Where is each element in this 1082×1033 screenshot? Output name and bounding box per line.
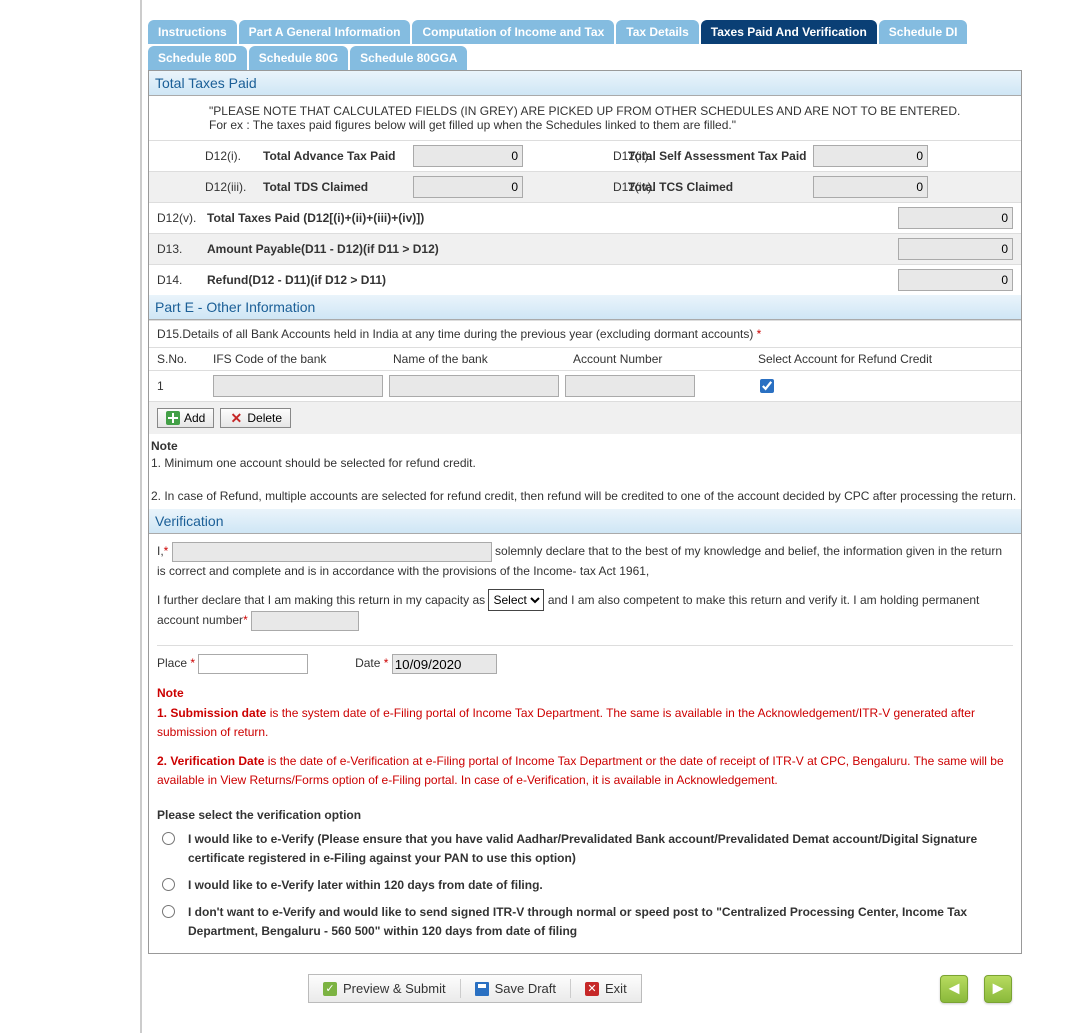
tab-instructions[interactable]: Instructions xyxy=(148,20,237,44)
tab-bar: Instructions Part A General Information … xyxy=(148,0,1022,70)
next-arrow-button[interactable]: ► xyxy=(984,975,1012,1003)
d15-heading: D15.Details of all Bank Accounts held in… xyxy=(149,320,1021,347)
bank-h-ifs: IFS Code of the bank xyxy=(213,352,393,366)
d12iv-value xyxy=(813,176,928,198)
verif-note1-rest: is the system date of e-Filing portal of… xyxy=(157,706,975,739)
d14-code: D14. xyxy=(157,273,207,287)
d12v-value xyxy=(898,207,1013,229)
pan-input[interactable] xyxy=(251,611,359,631)
verif-note2-bold: 2. Verification Date xyxy=(157,754,264,768)
d12ii-value xyxy=(813,145,928,167)
date-label: Date xyxy=(355,657,384,671)
declaration-2-pre: I further declare that I am making this … xyxy=(157,593,488,607)
save-icon xyxy=(475,982,489,996)
arrow-left-icon: ◄ xyxy=(945,978,963,999)
row-d13: D13. Amount Payable(D11 - D12)(if D11 > … xyxy=(149,233,1021,264)
plus-icon xyxy=(166,411,180,425)
declarant-name-input[interactable] xyxy=(172,542,492,562)
d12i-label: Total Advance Tax Paid xyxy=(263,149,413,163)
capacity-select[interactable]: Select xyxy=(488,589,544,611)
d13-label: Amount Payable(D11 - D12)(if D11 > D12) xyxy=(207,242,898,256)
d14-label: Refund(D12 - D11)(if D12 > D11) xyxy=(207,273,898,287)
save-draft-button[interactable]: Save Draft xyxy=(461,979,571,998)
section-part-e: Part E - Other Information xyxy=(149,295,1021,320)
tab-computation[interactable]: Computation of Income and Tax xyxy=(412,20,614,44)
calculated-fields-note: "PLEASE NOTE THAT CALCULATED FIELDS (IN … xyxy=(149,96,1021,140)
exit-button[interactable]: ✕ Exit xyxy=(571,979,641,998)
tab-taxes-paid-verification[interactable]: Taxes Paid And Verification xyxy=(701,20,877,44)
verif-note2-rest: is the date of e-Verification at e-Filin… xyxy=(157,754,1004,787)
tab-schedule-di[interactable]: Schedule DI xyxy=(879,20,968,44)
arrow-right-icon: ► xyxy=(989,978,1007,999)
d12ii-label: Total Self Assessment Tax Paid xyxy=(628,149,813,163)
bank-h-sno: S.No. xyxy=(157,352,213,366)
bank-h-acct: Account Number xyxy=(573,352,758,366)
d12iii-label: Total TDS Claimed xyxy=(263,180,413,194)
d12v-code: D12(v). xyxy=(157,211,207,225)
bank-row1-sno: 1 xyxy=(157,379,213,393)
bank-row1-ifs[interactable] xyxy=(213,375,383,397)
d12iii-value xyxy=(413,176,523,198)
main-panel: Total Taxes Paid "PLEASE NOTE THAT CALCU… xyxy=(148,70,1022,954)
section-verification: Verification xyxy=(149,509,1021,534)
footer-bar: ✓ Preview & Submit Save Draft ✕ Exit ◄ ► xyxy=(148,954,1022,1033)
x-icon: ✕ xyxy=(229,411,243,425)
d12ii-code: D12(ii). xyxy=(563,149,628,163)
d12v-label: Total Taxes Paid (D12[(i)+(ii)+(iii)+(iv… xyxy=(207,211,898,225)
date-input[interactable] xyxy=(392,654,497,674)
d12iv-code: D12(iv). xyxy=(563,180,628,194)
exit-icon: ✕ xyxy=(585,982,599,996)
preview-submit-button[interactable]: ✓ Preview & Submit xyxy=(309,979,461,998)
verify-option-3-label: I don't want to e-Verify and would like … xyxy=(188,903,1013,941)
bank-row1-refund-checkbox[interactable] xyxy=(760,379,774,393)
d12iv-label: Total TCS Claimed xyxy=(628,180,813,194)
row-d12i-d12ii: D12(i). Total Advance Tax Paid D12(ii). … xyxy=(149,140,1021,171)
add-button[interactable]: Add xyxy=(157,408,214,428)
section-total-taxes-paid: Total Taxes Paid xyxy=(149,71,1021,96)
verification-option-title: Please select the verification option xyxy=(157,806,1013,825)
bank-table-header: S.No. IFS Code of the bank Name of the b… xyxy=(149,347,1021,370)
bank-row-1: 1 xyxy=(149,370,1021,401)
d12iii-code: D12(iii). xyxy=(205,180,263,194)
place-label: Place xyxy=(157,657,190,671)
tab-schedule-80d[interactable]: Schedule 80D xyxy=(148,46,247,70)
row-d12iii-d12iv: D12(iii). Total TDS Claimed D12(iv). Tot… xyxy=(149,171,1021,202)
prev-arrow-button[interactable]: ◄ xyxy=(940,975,968,1003)
verif-note-title: Note xyxy=(157,684,1013,703)
row-d12v: D12(v). Total Taxes Paid (D12[(i)+(ii)+(… xyxy=(149,202,1021,233)
verify-option-2-label: I would like to e-Verify later within 12… xyxy=(188,876,543,895)
check-icon: ✓ xyxy=(323,982,337,996)
bank-h-name: Name of the bank xyxy=(393,352,573,366)
bank-row1-name[interactable] xyxy=(389,375,559,397)
place-input[interactable] xyxy=(198,654,308,674)
bank-row1-acct[interactable] xyxy=(565,375,695,397)
verification-body: I,* solemnly declare that to the best of… xyxy=(149,534,1021,953)
verify-option-1-radio[interactable] xyxy=(162,832,175,845)
verify-option-3-radio[interactable] xyxy=(162,905,175,918)
d12i-value xyxy=(413,145,523,167)
d14-value xyxy=(898,269,1013,291)
tab-schedule-80g[interactable]: Schedule 80G xyxy=(249,46,348,70)
i-prefix: I, xyxy=(157,544,164,558)
bank-button-bar: Add ✕ Delete xyxy=(149,401,1021,434)
footer-button-group: ✓ Preview & Submit Save Draft ✕ Exit xyxy=(308,974,642,1003)
d13-value xyxy=(898,238,1013,260)
row-d14: D14. Refund(D12 - D11)(if D12 > D11) xyxy=(149,264,1021,295)
d12i-code: D12(i). xyxy=(205,149,263,163)
tab-tax-details[interactable]: Tax Details xyxy=(616,20,698,44)
d13-code: D13. xyxy=(157,242,207,256)
bank-notes: Note 1. Minimum one account should be se… xyxy=(149,434,1021,509)
tab-schedule-80gga[interactable]: Schedule 80GGA xyxy=(350,46,467,70)
tab-part-a[interactable]: Part A General Information xyxy=(239,20,411,44)
delete-button[interactable]: ✕ Delete xyxy=(220,408,291,428)
verify-option-2-radio[interactable] xyxy=(162,878,175,891)
verify-option-1-label: I would like to e-Verify (Please ensure … xyxy=(188,830,1013,868)
verif-note1-bold: 1. Submission date xyxy=(157,706,266,720)
bank-h-refund: Select Account for Refund Credit xyxy=(758,352,1013,366)
